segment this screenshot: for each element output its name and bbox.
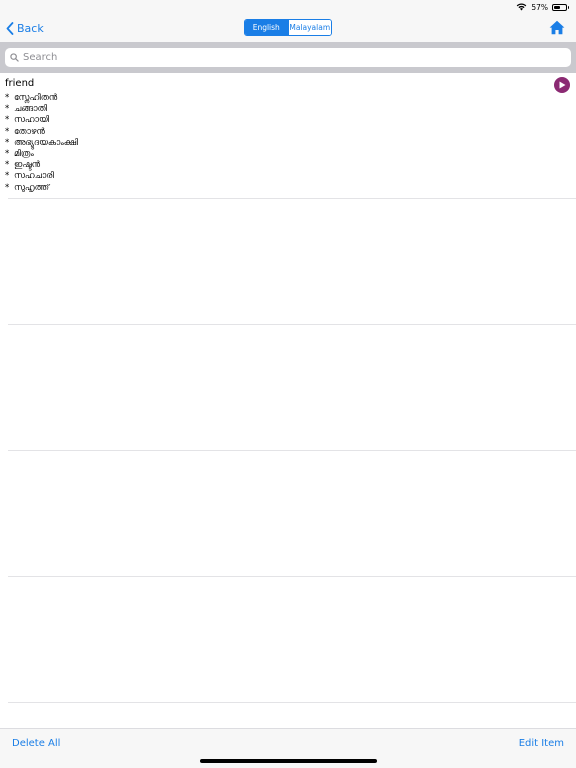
home-indicator[interactable] [200,759,377,763]
meaning-item: * സഹചാരി [5,171,54,182]
home-button[interactable] [549,20,565,35]
row-separator [8,702,576,703]
bullet: * [5,93,10,103]
meaning-item: * സ്നേഹിതൻ [5,93,58,103]
search-icon [10,53,19,62]
entry-word: friend [5,78,35,89]
play-audio-button[interactable] [554,77,570,93]
battery-percent: 57% [531,2,548,12]
home-icon [549,20,565,35]
battery-cap [567,6,569,9]
meanings-list: * സ്നേഹിതൻ * ചങ്ങാതി * സഹായി * തോഴൻ * അഭ്യുദയ… [5,93,78,194]
bullet: * [5,126,10,137]
empty-row [0,577,576,703]
meaning-item: * സഹായി [5,115,50,126]
delete-all-button[interactable]: Delete All [12,738,60,749]
bullet: * [5,182,10,193]
bullet: * [5,160,10,171]
segment-english[interactable]: English [245,20,288,35]
status-indicators: 57% [516,2,569,12]
wifi-icon [517,3,527,11]
navigation-bar: Back English Malayalam [0,14,576,42]
edit-item-button[interactable]: Edit Item [519,738,564,749]
meaning-item: * ഇഷ്ടൻ [5,160,41,171]
battery-icon [552,3,569,11]
play-icon [559,81,566,89]
bullet: * [5,115,10,126]
segment-malayalam[interactable]: Malayalam [287,20,331,35]
battery-fill [554,5,561,9]
bullet: * [5,171,10,182]
word-list: friend * സ്നേഹിതൻ * ചങ്ങാതി * സഹായി * തോഴൻ *… [0,73,576,703]
meaning-item: * തോഴൻ [5,126,45,137]
search-input[interactable] [23,52,563,63]
empty-row [0,451,576,577]
bullet: * [5,137,10,148]
meaning-item: * ചങ്ങാതി [5,104,48,115]
meaning-item: * സുഹൃത്ത് [5,182,50,193]
empty-row [0,199,576,325]
bullet: * [5,149,10,160]
language-segmented-control: English Malayalam [244,19,332,36]
back-button[interactable]: Back [6,18,44,38]
meaning-item: * അഭ്യുദയകാംക്ഷി [5,137,79,148]
search-bar-container [0,42,576,73]
search-field[interactable] [5,48,571,67]
meaning-item: * മിത്രം [5,149,34,160]
back-label: Back [17,21,44,35]
bullet: * [5,104,10,115]
empty-row [0,325,576,451]
list-item[interactable]: friend * സ്നേഹിതൻ * ചങ്ങാതി * സഹായി * തോഴൻ *… [0,73,576,199]
chevron-left-icon [6,21,14,35]
status-bar: 57% [0,0,576,14]
